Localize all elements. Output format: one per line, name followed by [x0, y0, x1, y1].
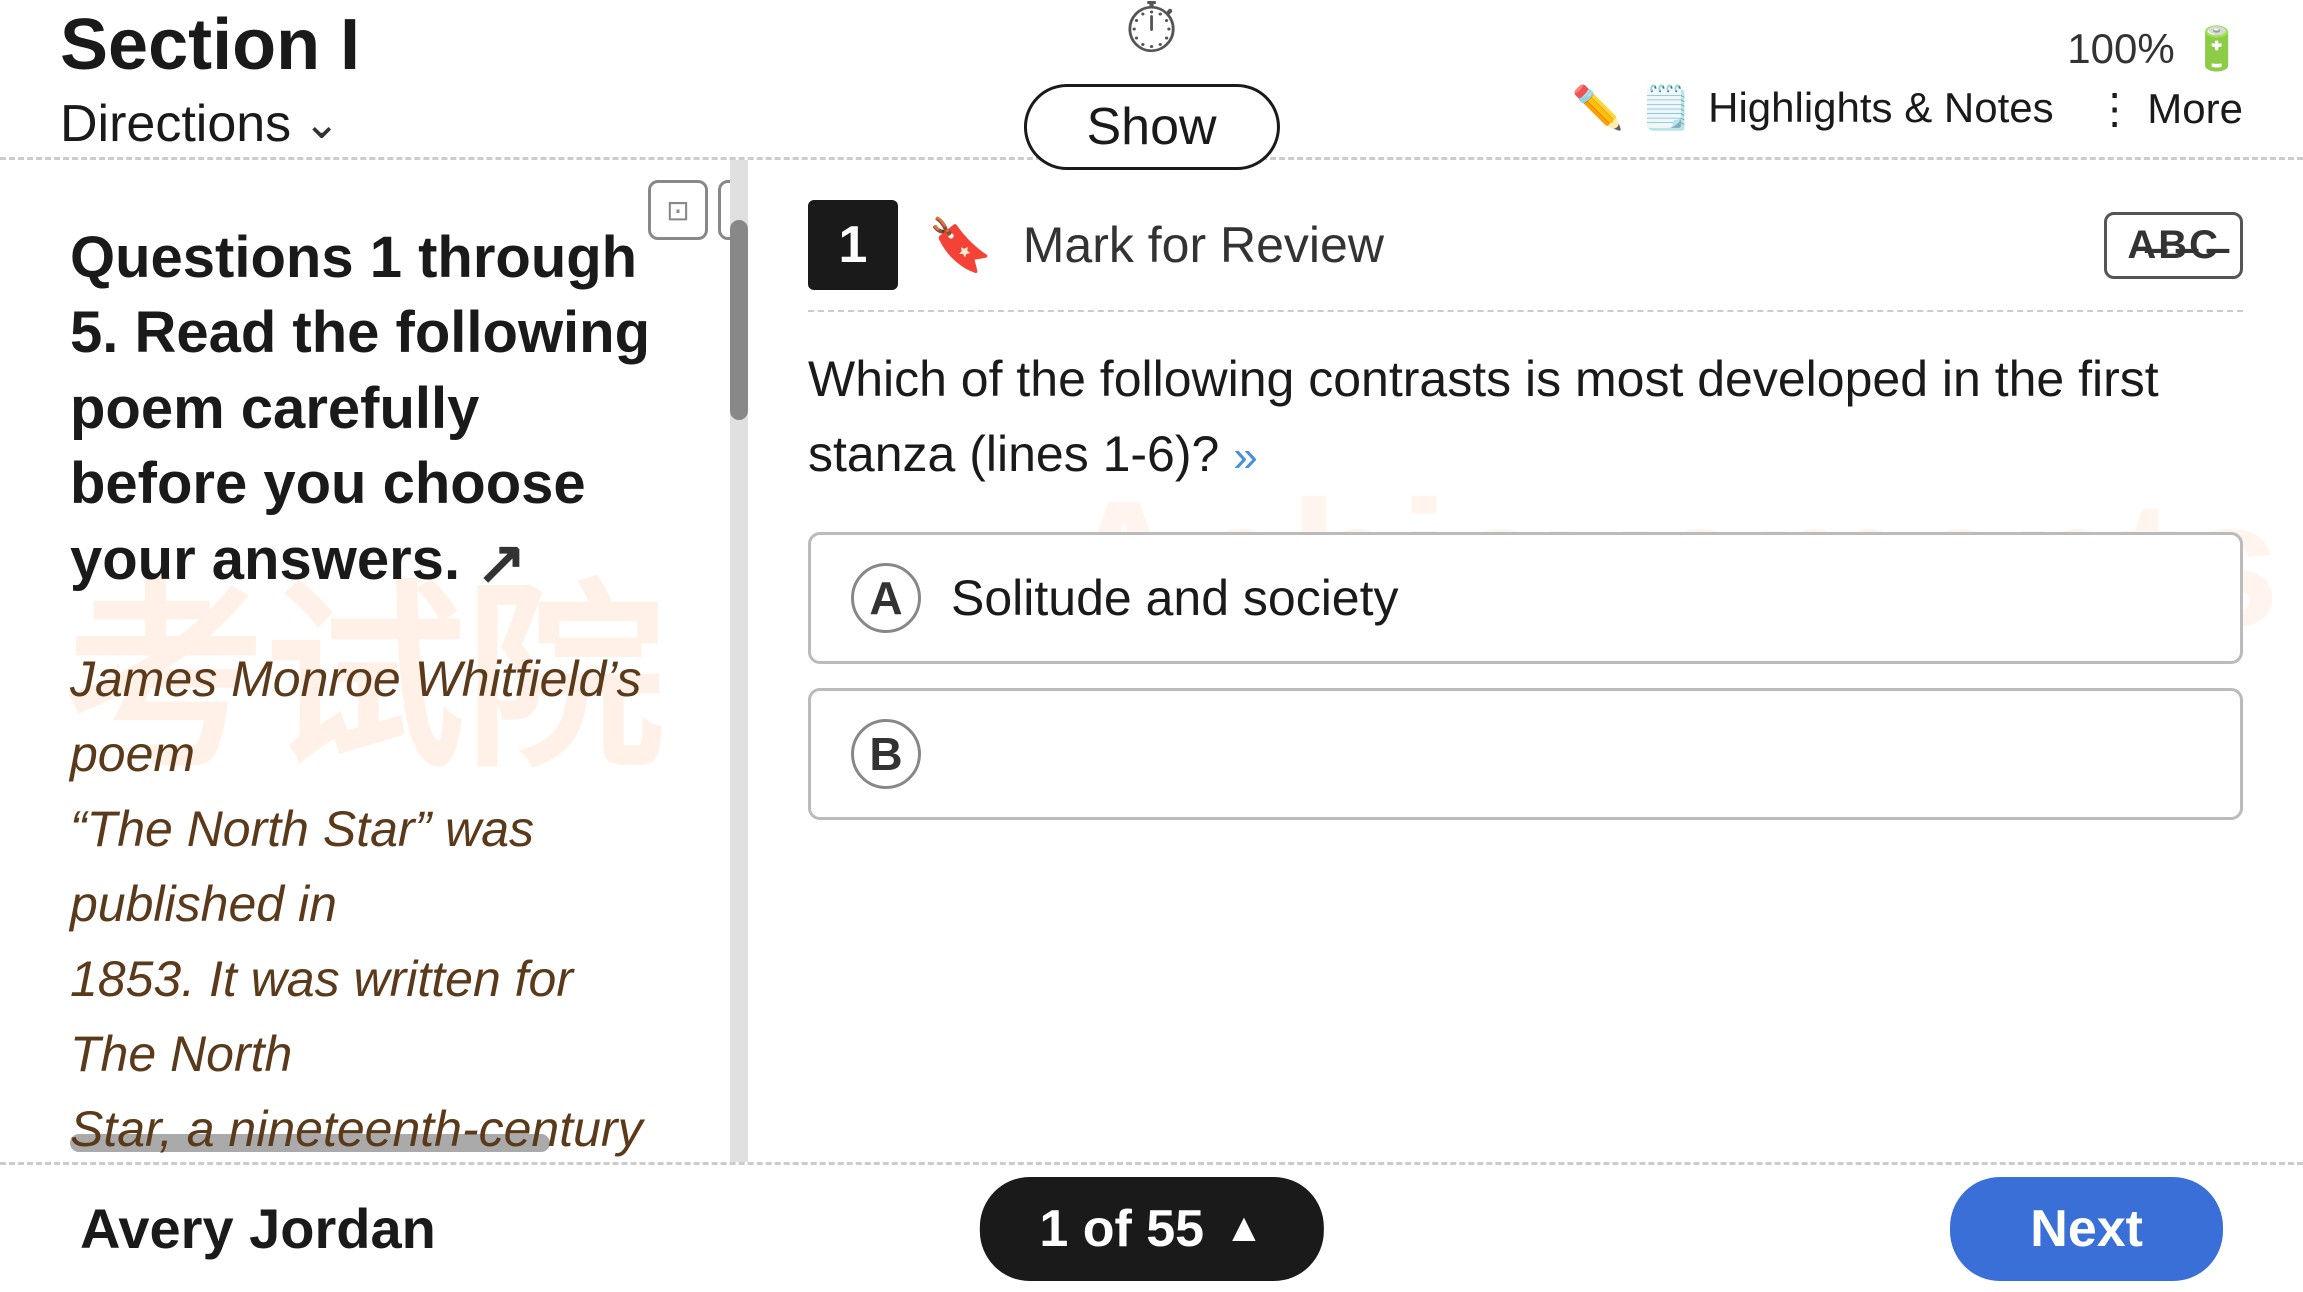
abc-button[interactable]: A̶B̶C̶	[2104, 212, 2243, 279]
passage-subtitle: James Monroe Whitfield’s poem “The North…	[70, 642, 660, 1162]
header-center: ⏱ Show	[1023, 0, 1279, 170]
collapse-left-icon[interactable]: ⊡	[648, 180, 708, 240]
show-button[interactable]: Show	[1023, 84, 1279, 170]
option-b-letter: B	[869, 727, 902, 781]
caret-up-icon: ▲	[1224, 1206, 1264, 1251]
pencil-icon: ✏️	[1572, 84, 1624, 133]
mark-review-label: Mark for Review	[1023, 216, 2075, 274]
chevron-down-icon: ⌄	[303, 98, 340, 149]
option-a-letter: A	[869, 571, 902, 625]
answer-option-a[interactable]: A Solitude and society	[808, 532, 2243, 664]
subtitle-line2: “The North Star” was published in	[70, 801, 534, 932]
answer-option-b[interactable]: B	[808, 688, 2243, 820]
cursor-icon: ↗	[476, 524, 526, 602]
option-a-text: Solitude and society	[951, 569, 1399, 627]
directions-button[interactable]: Directions ⌄	[60, 94, 360, 154]
question-text-content: Which of the following contrasts is most…	[808, 351, 2159, 482]
pagination-label: 1 of 55	[1039, 1199, 1204, 1259]
header-right: 100% 🔋 ✏️ 🗒️ Highlights & Notes ⋮ More	[1572, 25, 2243, 133]
expand-right-icon[interactable]: ⊡	[718, 180, 730, 240]
section-title: Section I	[60, 4, 360, 86]
option-b-circle: B	[851, 719, 921, 789]
student-name: Avery Jordan	[80, 1196, 436, 1261]
directions-label: Directions	[60, 94, 291, 154]
battery-pct: 100%	[2067, 25, 2174, 73]
next-button[interactable]: Next	[1950, 1177, 2223, 1281]
header-icons: ✏️ 🗒️ Highlights & Notes ⋮ More	[1572, 84, 2243, 133]
vertical-scrollbar[interactable]	[730, 220, 748, 420]
subtitle-line3: 1853. It was written for The North	[70, 951, 573, 1082]
passage-heading-text: Questions 1 through 5. Read the followin…	[70, 225, 650, 592]
abc-label: A̶B̶C̶	[2127, 223, 2220, 267]
footer: Avery Jordan 1 of 55 ▲ Next	[0, 1162, 2303, 1292]
pagination-button[interactable]: 1 of 55 ▲	[979, 1177, 1323, 1281]
subtitle-line4: Star, a nineteenth-century	[70, 1101, 643, 1157]
right-panel: Achievements 1 🔖 Mark for Review A̶B̶C̶ …	[748, 160, 2303, 1162]
question-text: Which of the following contrasts is most…	[808, 342, 2243, 492]
header: Section I Directions ⌄ ⏱ Show 100% 🔋 ✏️ …	[0, 0, 2303, 160]
main-content: 考试院 ⊡ ⊡ Questions 1 through 5. Read the …	[0, 160, 2303, 1162]
more-button[interactable]: ⋮ More	[2094, 84, 2243, 133]
bookmark-icon[interactable]: 🔖	[928, 215, 993, 276]
panel-divider	[730, 160, 748, 1162]
subtitle-line1: James Monroe Whitfield’s poem	[70, 651, 642, 782]
highlights-notes-label: Highlights & Notes	[1708, 84, 2054, 132]
battery-row: 100% 🔋	[2067, 25, 2243, 74]
timer-icon: ⏱	[1124, 0, 1179, 70]
question-header: 1 🔖 Mark for Review A̶B̶C̶	[808, 200, 2243, 312]
more-label: More	[2147, 85, 2243, 132]
battery-icon: 🔋	[2191, 25, 2243, 74]
expand-icon[interactable]: »	[1233, 432, 1257, 481]
more-icon: ⋮	[2094, 85, 2136, 132]
left-panel: 考试院 ⊡ ⊡ Questions 1 through 5. Read the …	[0, 160, 730, 1162]
option-a-circle: A	[851, 563, 921, 633]
header-left: Section I Directions ⌄	[60, 4, 360, 154]
highlights-notes-button[interactable]: ✏️ 🗒️ Highlights & Notes	[1572, 84, 2054, 133]
question-number-badge: 1	[808, 200, 898, 290]
passage-heading: Questions 1 through 5. Read the followin…	[70, 220, 660, 602]
notes-icon: 🗒️	[1640, 84, 1692, 133]
